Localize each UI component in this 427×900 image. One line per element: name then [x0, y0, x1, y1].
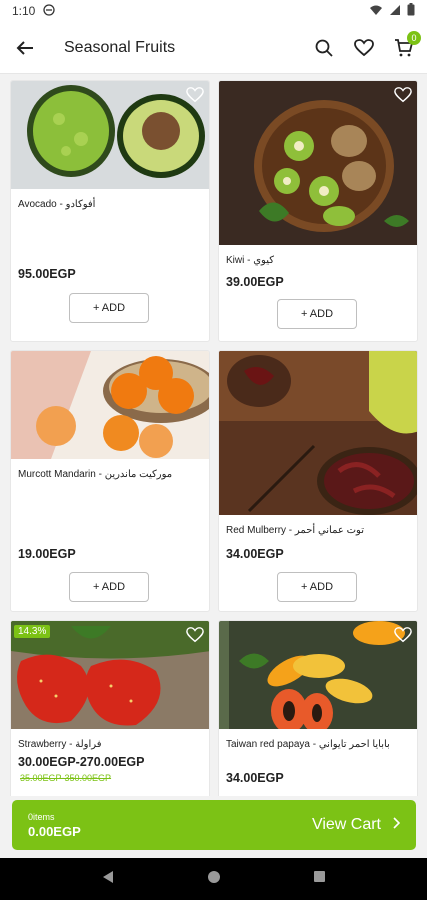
discount-badge: 14.3% [14, 625, 51, 638]
product-grid: Avocado - أفوكادو 95.00EGP + ADD Kiwi - … [0, 74, 427, 796]
view-cart-label: View Cart [311, 816, 381, 833]
back-arrow-icon[interactable] [12, 35, 38, 61]
system-navigation-bar [0, 858, 427, 900]
avocado-image [11, 81, 209, 189]
product-name: Strawberry - فراولة [18, 739, 102, 750]
strawberry-image: 14.3% [11, 621, 209, 729]
status-bar: 1:10 [0, 0, 427, 22]
product-card-kiwi[interactable]: Kiwi - كيوي 39.00EGP + ADD [218, 80, 418, 342]
product-card-avocado[interactable]: Avocado - أفوكادو 95.00EGP + ADD [10, 80, 210, 342]
product-name: Murcott Mandarin - موركيت ماندرين [18, 469, 173, 480]
add-to-cart-button[interactable]: + ADD [69, 572, 149, 602]
product-price: 39.00EGP [226, 275, 284, 289]
battery-icon [407, 3, 415, 19]
add-to-cart-button[interactable]: + ADD [69, 293, 149, 323]
kiwi-image [219, 81, 417, 245]
product-price: 34.00EGP [226, 547, 284, 561]
add-to-cart-button[interactable]: + ADD [277, 299, 357, 329]
product-card-strawberry[interactable]: 14.3% Strawberry - فراولة 30.00EGP-270.0… [10, 620, 210, 796]
favorites-heart-icon[interactable] [353, 37, 375, 59]
favorite-heart-icon[interactable] [394, 86, 412, 104]
product-card-murcott-mandarin[interactable]: Murcott Mandarin - موركيت ماندرين 19.00E… [10, 350, 210, 612]
product-name: Taiwan red papaya - بابايا احمر تايواني [226, 739, 390, 750]
back-triangle-icon[interactable] [101, 870, 115, 889]
favorite-heart-icon[interactable] [186, 86, 204, 104]
product-price: 34.00EGP [226, 771, 284, 785]
view-cart-bar[interactable]: 0items 0.00EGP View Cart [12, 800, 416, 850]
favorite-heart-icon[interactable] [186, 626, 204, 644]
product-card-papaya[interactable]: Taiwan red papaya - بابايا احمر تايواني … [218, 620, 418, 796]
page-title: Seasonal Fruits [64, 38, 176, 56]
app-bar: Seasonal Fruits 0 [0, 22, 427, 74]
view-cart-button[interactable]: View Cart [311, 816, 401, 834]
cart-total: 0.00EGP [28, 823, 81, 839]
cart-icon[interactable]: 0 [393, 30, 421, 59]
notification-icon [43, 3, 56, 19]
product-card-red-mulberry[interactable]: Red Mulberry - توت عماني أحمر 34.00EGP +… [218, 350, 418, 612]
cart-count-badge: 0 [407, 30, 421, 45]
favorite-heart-icon[interactable] [394, 626, 412, 644]
product-name: Red Mulberry - توت عماني أحمر [226, 525, 364, 536]
product-name: Avocado - أفوكادو [18, 199, 96, 210]
mulberry-image [219, 351, 417, 515]
mandarin-image [11, 351, 209, 459]
product-price: 30.00EGP-270.00EGP [18, 755, 145, 769]
product-price: 95.00EGP [18, 267, 76, 281]
search-icon[interactable] [313, 37, 335, 59]
chevron-right-icon [393, 816, 401, 834]
wifi-icon [369, 4, 383, 19]
add-to-cart-button[interactable]: + ADD [277, 572, 357, 602]
papaya-image [219, 621, 417, 729]
product-price: 19.00EGP [18, 547, 76, 561]
status-time: 1:10 [12, 4, 36, 18]
cart-items-count: 0items [28, 811, 55, 822]
signal-icon [389, 4, 401, 19]
recents-square-icon[interactable] [313, 870, 326, 888]
product-old-price: 35.00EGP-350.00EGP [20, 773, 112, 783]
home-circle-icon[interactable] [207, 870, 221, 889]
product-name: Kiwi - كيوي [226, 255, 275, 266]
